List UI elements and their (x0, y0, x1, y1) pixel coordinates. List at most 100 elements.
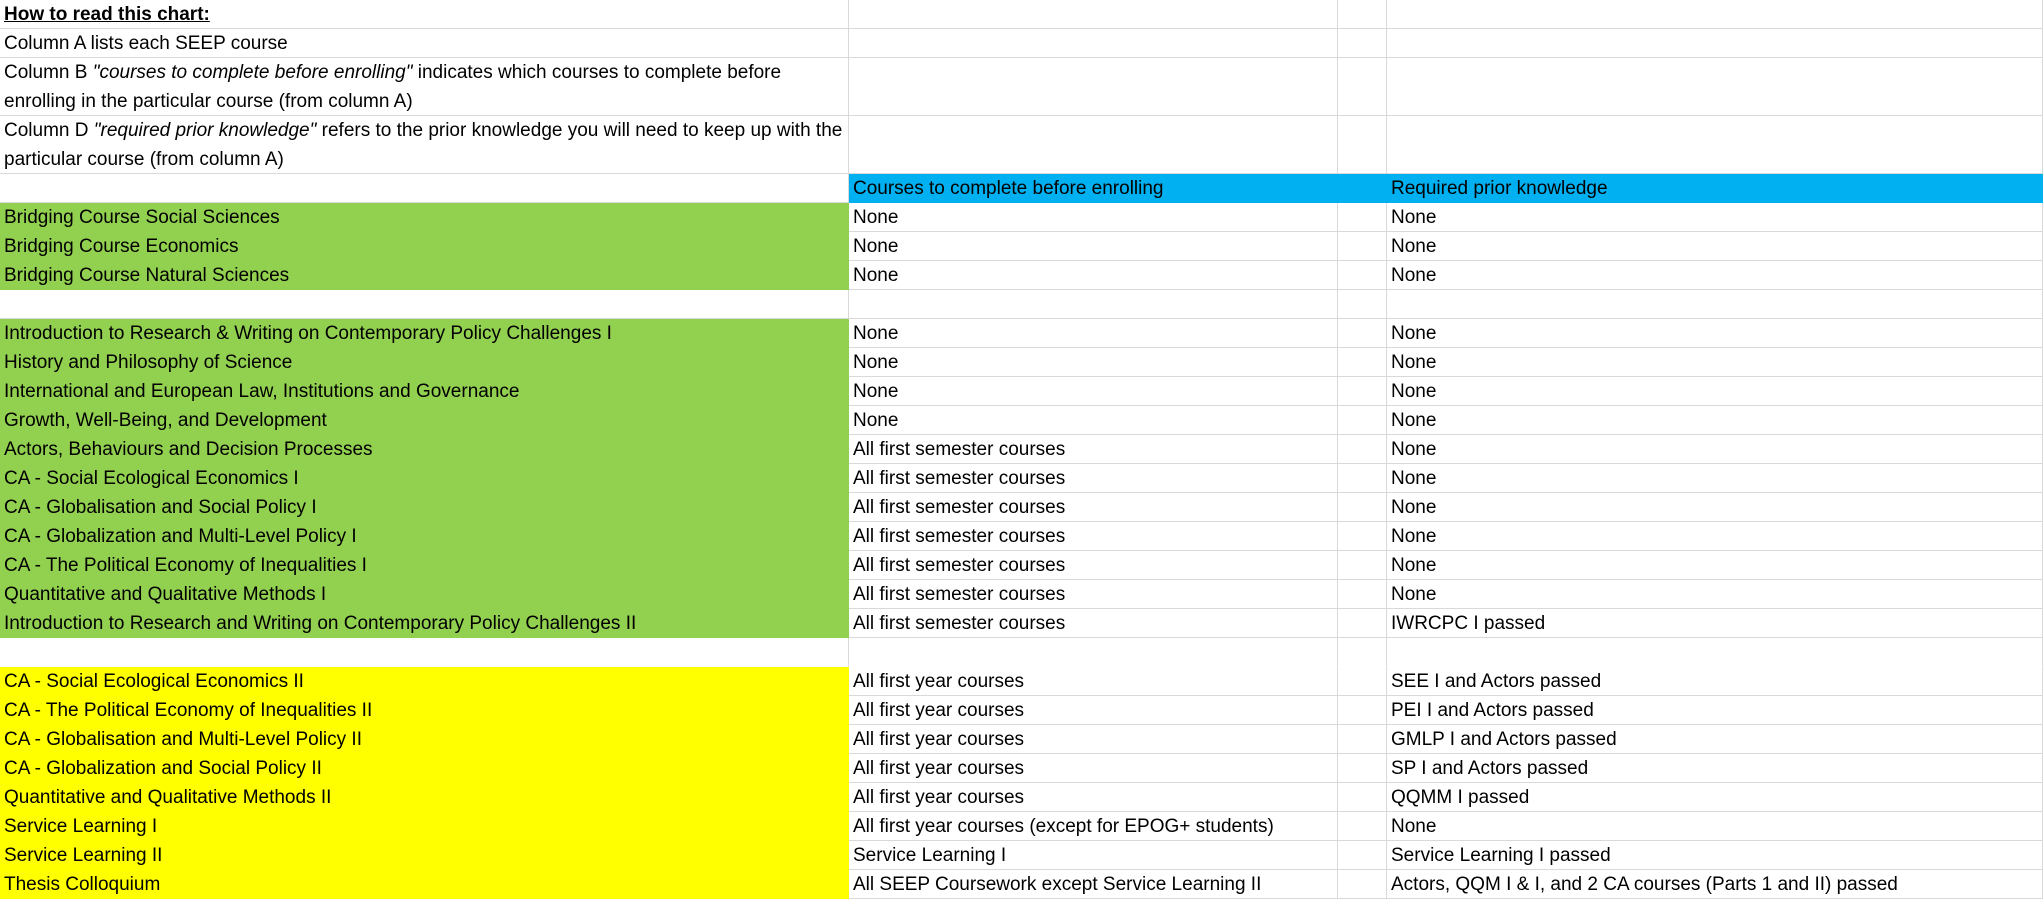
intro-line-3[interactable]: Column D "required prior knowledge" refe… (0, 116, 849, 174)
course-name[interactable]: CA - Globalisation and Multi-Level Polic… (0, 725, 849, 754)
course-name[interactable]: CA - Globalisation and Social Policy I (0, 493, 849, 522)
course-name[interactable]: Service Learning I (0, 812, 849, 841)
empty-cell[interactable] (1338, 319, 1387, 348)
courses-before-value[interactable]: All SEEP Coursework except Service Learn… (849, 870, 1338, 899)
courses-before-value[interactable]: All first semester courses (849, 493, 1338, 522)
empty-cell[interactable] (0, 638, 849, 667)
header-spacer[interactable] (1338, 174, 1387, 203)
empty-cell[interactable] (1338, 261, 1387, 290)
empty-cell[interactable] (1338, 783, 1387, 812)
empty-cell[interactable] (1338, 725, 1387, 754)
prior-knowledge-value[interactable]: SP I and Actors passed (1387, 754, 2043, 783)
empty-cell[interactable] (1387, 290, 2043, 319)
courses-before-value[interactable]: None (849, 232, 1338, 261)
courses-before-value[interactable]: None (849, 319, 1338, 348)
courses-before-value[interactable]: All first semester courses (849, 580, 1338, 609)
course-name[interactable]: Thesis Colloquium (0, 870, 849, 899)
empty-cell[interactable] (1338, 551, 1387, 580)
prior-knowledge-value[interactable]: None (1387, 580, 2043, 609)
courses-before-value[interactable]: All first year courses (849, 783, 1338, 812)
prior-knowledge-value[interactable]: Service Learning I passed (1387, 841, 2043, 870)
course-name[interactable]: CA - Globalization and Social Policy II (0, 754, 849, 783)
intro-heading[interactable]: How to read this chart: (0, 0, 849, 29)
empty-cell[interactable] (1387, 0, 2043, 29)
course-name[interactable]: Bridging Course Social Sciences (0, 203, 849, 232)
prior-knowledge-value[interactable]: Actors, QQM I & I, and 2 CA courses (Par… (1387, 870, 2043, 899)
courses-before-value[interactable]: All first year courses (849, 667, 1338, 696)
courses-before-value[interactable]: All first year courses (849, 754, 1338, 783)
course-name[interactable]: Introduction to Research & Writing on Co… (0, 319, 849, 348)
prior-knowledge-value[interactable]: None (1387, 435, 2043, 464)
prior-knowledge-value[interactable]: None (1387, 232, 2043, 261)
courses-before-value[interactable]: All first year courses (except for EPOG+… (849, 812, 1338, 841)
empty-cell[interactable] (1338, 464, 1387, 493)
empty-cell[interactable] (1338, 667, 1387, 696)
course-name[interactable]: Introduction to Research and Writing on … (0, 609, 849, 638)
course-name[interactable]: Service Learning II (0, 841, 849, 870)
courses-before-value[interactable]: All first semester courses (849, 609, 1338, 638)
prior-knowledge-value[interactable]: None (1387, 377, 2043, 406)
prior-knowledge-value[interactable]: None (1387, 406, 2043, 435)
prior-knowledge-value[interactable]: None (1387, 464, 2043, 493)
course-name[interactable]: CA - Social Ecological Economics I (0, 464, 849, 493)
empty-cell[interactable] (1338, 435, 1387, 464)
course-name[interactable]: Actors, Behaviours and Decision Processe… (0, 435, 849, 464)
courses-before-value[interactable]: All first semester courses (849, 464, 1338, 493)
course-name[interactable]: International and European Law, Institut… (0, 377, 849, 406)
course-name[interactable]: Bridging Course Natural Sciences (0, 261, 849, 290)
empty-cell[interactable] (1338, 58, 1387, 116)
courses-before-value[interactable]: All first semester courses (849, 522, 1338, 551)
empty-cell[interactable] (849, 116, 1338, 174)
courses-before-value[interactable]: Service Learning I (849, 841, 1338, 870)
course-name[interactable]: Quantitative and Qualitative Methods I (0, 580, 849, 609)
prior-knowledge-value[interactable]: None (1387, 522, 2043, 551)
prior-knowledge-value[interactable]: None (1387, 261, 2043, 290)
prior-knowledge-value[interactable]: None (1387, 551, 2043, 580)
empty-cell[interactable] (849, 638, 1338, 667)
courses-before-value[interactable]: None (849, 261, 1338, 290)
empty-cell[interactable] (849, 58, 1338, 116)
empty-cell[interactable] (1338, 29, 1387, 58)
prior-knowledge-value[interactable]: SEE I and Actors passed (1387, 667, 2043, 696)
course-name[interactable]: CA - Globalization and Multi-Level Polic… (0, 522, 849, 551)
empty-cell[interactable] (1387, 29, 2043, 58)
empty-cell[interactable] (1338, 290, 1387, 319)
prior-knowledge-value[interactable]: None (1387, 348, 2043, 377)
prior-knowledge-value[interactable]: None (1387, 203, 2043, 232)
prior-knowledge-value[interactable]: IWRCPC I passed (1387, 609, 2043, 638)
courses-before-value[interactable]: None (849, 406, 1338, 435)
empty-cell[interactable] (849, 290, 1338, 319)
empty-cell[interactable] (1338, 754, 1387, 783)
empty-cell[interactable] (849, 29, 1338, 58)
course-name[interactable]: Bridging Course Economics (0, 232, 849, 261)
courses-before-value[interactable]: None (849, 377, 1338, 406)
course-name[interactable]: CA - Social Ecological Economics II (0, 667, 849, 696)
prior-knowledge-value[interactable]: QQMM I passed (1387, 783, 2043, 812)
empty-cell[interactable] (1338, 522, 1387, 551)
intro-line-1[interactable]: Column A lists each SEEP course (0, 29, 849, 58)
prior-knowledge-value[interactable]: None (1387, 812, 2043, 841)
empty-cell[interactable] (1387, 58, 2043, 116)
courses-before-value[interactable]: All first semester courses (849, 551, 1338, 580)
prior-knowledge-value[interactable]: None (1387, 319, 2043, 348)
empty-cell[interactable] (1338, 232, 1387, 261)
empty-cell[interactable] (1387, 638, 2043, 667)
empty-cell[interactable] (1338, 348, 1387, 377)
course-name[interactable]: Quantitative and Qualitative Methods II (0, 783, 849, 812)
empty-cell[interactable] (1338, 580, 1387, 609)
empty-cell[interactable] (1338, 377, 1387, 406)
prior-knowledge-value[interactable]: GMLP I and Actors passed (1387, 725, 2043, 754)
prior-knowledge-value[interactable]: None (1387, 493, 2043, 522)
courses-before-value[interactable]: None (849, 203, 1338, 232)
empty-cell[interactable] (1338, 696, 1387, 725)
courses-before-value[interactable]: All first semester courses (849, 435, 1338, 464)
empty-cell[interactable] (1338, 812, 1387, 841)
empty-cell[interactable] (1387, 116, 2043, 174)
empty-cell[interactable] (849, 0, 1338, 29)
courses-before-value[interactable]: None (849, 348, 1338, 377)
empty-cell[interactable] (1338, 609, 1387, 638)
empty-cell[interactable] (1338, 116, 1387, 174)
course-name[interactable]: History and Philosophy of Science (0, 348, 849, 377)
empty-cell[interactable] (0, 174, 849, 203)
course-name[interactable]: CA - The Political Economy of Inequaliti… (0, 696, 849, 725)
